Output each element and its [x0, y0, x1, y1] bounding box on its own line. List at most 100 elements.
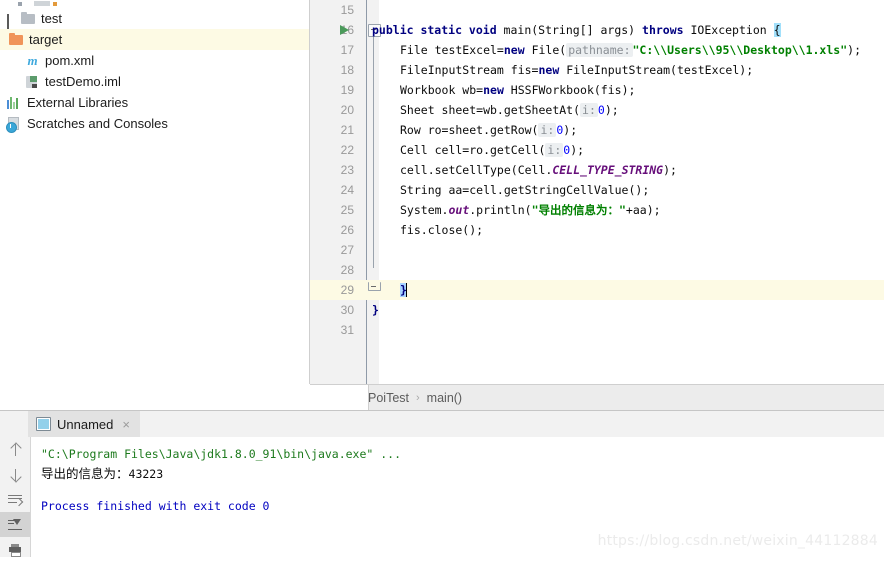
code-fragment: .println( — [469, 203, 532, 217]
line-number: 31 — [340, 323, 354, 337]
editor-line[interactable]: 30 } — [310, 300, 884, 320]
code-text: FileInputStream fis=new FileInputStream(… — [372, 60, 753, 80]
run-tab-label: Unnamed — [57, 416, 114, 432]
code-text: File testExcel=new File(pathname: "C:\\Us… — [372, 40, 861, 60]
code-signature: main(String[] args) — [496, 23, 643, 37]
editor-line[interactable]: 26 fis.close(); — [310, 220, 884, 240]
editor-line[interactable]: 27 — [310, 240, 884, 260]
code-number: 0 — [597, 103, 605, 117]
console-output-value: 43223 — [128, 467, 164, 481]
console-tab-icon — [36, 417, 51, 431]
code-keyword: public static void — [372, 23, 497, 37]
line-number: 15 — [340, 3, 354, 17]
editor-line[interactable]: 17 File testExcel=new File(pathname: "C:\… — [310, 40, 884, 60]
editor-line[interactable]: 28 — [310, 260, 884, 280]
line-number: 17 — [340, 43, 354, 57]
code-fragment: HSSFWorkbook(fis); — [503, 83, 636, 97]
line-number: 23 — [340, 163, 354, 177]
code-fragment: ); — [570, 143, 585, 157]
code-fragment: ); — [563, 123, 578, 137]
code-string: "导出的信息为：" — [531, 203, 626, 217]
libraries-icon — [6, 95, 24, 111]
code-text: Workbook wb=new HSSFWorkbook(fis); — [372, 80, 635, 100]
code-keyword-new: new — [538, 63, 560, 77]
run-tab-bar: n: Unnamed × — [0, 411, 884, 438]
tree-item-label: pom.xml — [45, 53, 95, 68]
line-number: 24 — [340, 183, 354, 197]
line-number: 27 — [340, 243, 354, 257]
code-keyword-new: new — [483, 83, 504, 97]
breadcrumb-method[interactable]: main() — [427, 391, 462, 405]
code-keyword-new: new — [503, 43, 525, 57]
chevron-right-icon[interactable] — [0, 32, 8, 48]
line-number: 21 — [340, 123, 354, 137]
editor-line[interactable]: 18 FileInputStream fis=new FileInputStre… — [310, 60, 884, 80]
line-number: 19 — [340, 83, 354, 97]
soft-wrap-icon[interactable] — [0, 487, 30, 512]
breadcrumb-gutter-filler — [310, 385, 369, 411]
code-text: String aa=cell.getStringCellValue(); — [372, 180, 649, 200]
tree-bottom-filler — [0, 384, 310, 410]
line-number: 25 — [340, 203, 354, 217]
line-number: 22 — [340, 143, 354, 157]
print-icon[interactable] — [0, 537, 30, 562]
console-output[interactable]: "C:\Program Files\Java\jdk1.8.0_91\bin\j… — [31, 437, 884, 557]
tree-item-target[interactable]: target — [0, 29, 310, 50]
editor-code-area[interactable]: 15 16 public static void main(String[] a… — [310, 0, 884, 384]
code-text: Sheet sheet=wb.getSheetAt(i: 0); — [372, 100, 619, 120]
up-arrow-icon[interactable] — [0, 437, 30, 462]
tree-item-scratches-and-consoles[interactable]: Scratches and Consoles — [0, 113, 310, 134]
chevron-right-icon[interactable] — [4, 11, 20, 31]
editor-line[interactable]: 23 cell.setCellType(Cell.CELL_TYPE_STRIN… — [310, 160, 884, 180]
code-fragment: FileInputStream(testExcel); — [559, 63, 754, 77]
tree-item-label: testDemo.iml — [45, 74, 121, 89]
tree-item-label: test — [41, 11, 62, 26]
code-fragment: System. — [400, 203, 449, 217]
editor-line[interactable]: 15 — [310, 0, 884, 20]
param-hint: i: — [545, 143, 564, 157]
run-tab-unnamed[interactable]: Unnamed × — [28, 411, 140, 437]
clipped-tree-row-above — [0, 0, 310, 8]
scratches-icon — [6, 116, 24, 133]
editor-line[interactable]: 25 System.out.println("导出的信息为："+aa); — [310, 200, 884, 220]
editor-line[interactable]: 31 — [310, 320, 884, 340]
editor-line-current[interactable]: 29 } — [310, 280, 884, 300]
editor-line[interactable]: 21 Row ro=sheet.getRow(i: 0); — [310, 120, 884, 140]
code-static-field: out — [448, 203, 470, 217]
editor-line[interactable]: 24 String aa=cell.getStringCellValue(); — [310, 180, 884, 200]
tree-item-testdemo-iml[interactable]: testDemo.iml — [0, 71, 310, 92]
editor-line[interactable]: 19 Workbook wb=new HSSFWorkbook(fis); — [310, 80, 884, 100]
tree-item-test[interactable]: test — [0, 8, 310, 31]
tree-item-external-libraries[interactable]: External Libraries — [0, 92, 310, 113]
iml-module-icon — [24, 74, 42, 90]
close-icon[interactable]: × — [122, 418, 130, 431]
code-text: Cell cell=ro.getCell(i: 0); — [372, 140, 584, 160]
editor-line[interactable]: 20 Sheet sheet=wb.getSheetAt(i: 0); — [310, 100, 884, 120]
console-toolbar — [0, 437, 31, 557]
code-fragment: ); — [847, 43, 861, 57]
code-fragment: ); — [663, 163, 677, 177]
console-output-label: 导出的信息为： — [41, 466, 129, 481]
code-fragment: +aa); — [625, 203, 661, 217]
console-command-line: "C:\Program Files\Java\jdk1.8.0_91\bin\j… — [41, 447, 402, 461]
code-text: public static void main(String[] args) t… — [372, 20, 781, 40]
code-brace-highlight: { — [773, 23, 781, 37]
run-marker-icon[interactable] — [340, 25, 349, 35]
project-tree-panel: test target m pom.xml testDemo.iml Exter… — [0, 0, 310, 410]
down-arrow-icon[interactable] — [0, 462, 30, 487]
scroll-to-end-icon[interactable] — [0, 512, 30, 537]
tree-item-pom-xml[interactable]: m pom.xml — [0, 50, 310, 71]
code-editor[interactable]: 15 16 public static void main(String[] a… — [310, 0, 884, 384]
chevron-right-icon: › — [416, 392, 420, 404]
code-fragment: Workbook wb= — [400, 83, 484, 97]
breadcrumb-class[interactable]: PoiTest — [368, 391, 409, 405]
code-fragment: String aa=cell.getStringCellValue(); — [400, 183, 650, 197]
line-number: 28 — [340, 263, 354, 277]
maven-m-icon: m — [27, 52, 38, 68]
line-number: 26 — [340, 223, 354, 237]
editor-line[interactable]: 16 public static void main(String[] args… — [310, 20, 884, 40]
editor-line[interactable]: 22 Cell cell=ro.getCell(i: 0); — [310, 140, 884, 160]
code-fragment: Row ro=sheet.getRow( — [400, 123, 539, 137]
tree-item-label: External Libraries — [27, 95, 129, 110]
breadcrumb-bar: PoiTest › main() — [310, 384, 884, 411]
